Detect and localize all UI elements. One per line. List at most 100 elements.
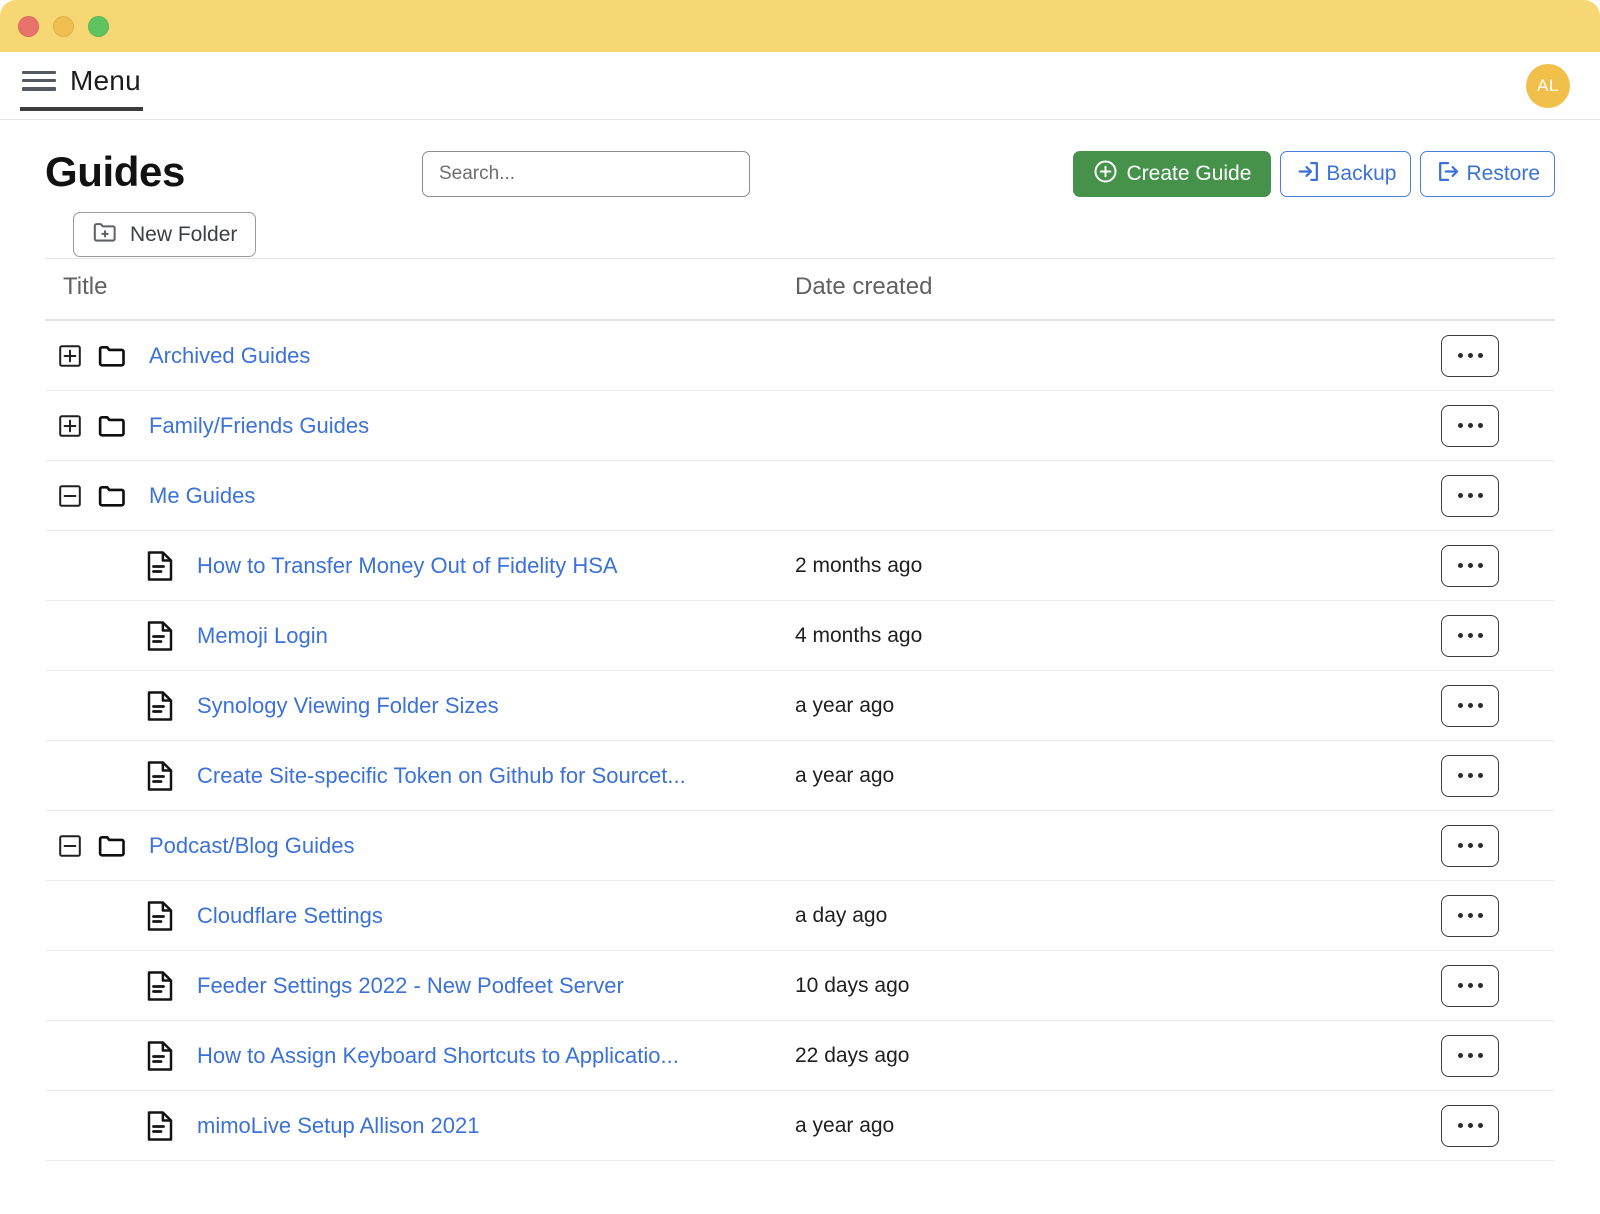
table-cell-actions [1315, 1021, 1555, 1091]
table-cell-date [795, 461, 1315, 531]
document-icon [147, 971, 173, 1001]
row-actions-button[interactable] [1441, 475, 1499, 517]
row-actions-button[interactable] [1441, 545, 1499, 587]
row-actions-button[interactable] [1441, 405, 1499, 447]
table-cell-title: mimoLive Setup Allison 2021 [45, 1091, 795, 1161]
table-cell-title: Me Guides [45, 461, 795, 531]
table-cell-actions [1315, 741, 1555, 811]
table-row[interactable]: How to Assign Keyboard Shortcuts to Appl… [45, 1021, 1555, 1091]
ellipsis-dot [1468, 703, 1473, 708]
ellipsis-dot [1478, 703, 1483, 708]
collapse-folder-icon[interactable] [59, 835, 81, 857]
menu-button[interactable]: Menu [20, 61, 143, 111]
close-window-button[interactable] [18, 16, 39, 37]
guide-title-link[interactable]: mimoLive Setup Allison 2021 [197, 1113, 480, 1139]
table-cell-date: 4 months ago [795, 601, 1315, 671]
guide-title-link[interactable]: Synology Viewing Folder Sizes [197, 693, 499, 719]
folder-name-link[interactable]: Me Guides [149, 483, 255, 509]
arrow-into-box-icon [1295, 158, 1322, 191]
table-row[interactable]: Memoji Login 4 months ago [45, 601, 1555, 671]
folder-name-link[interactable]: Podcast/Blog Guides [149, 833, 354, 859]
row-actions-button[interactable] [1441, 335, 1499, 377]
expand-folder-icon[interactable] [59, 415, 81, 437]
ellipsis-dot [1468, 843, 1473, 848]
table-cell-title: Feeder Settings 2022 - New Podfeet Serve… [45, 951, 795, 1021]
restore-button[interactable]: Restore [1420, 151, 1555, 197]
date-created-value: a year ago [795, 694, 894, 717]
table-header-row: Title Date created [45, 259, 1555, 321]
table-row[interactable]: Me Guides [45, 461, 1555, 531]
menu-button-label: Menu [70, 65, 141, 97]
collapse-folder-icon[interactable] [59, 485, 81, 507]
folder-icon [97, 831, 127, 861]
table-cell-date [795, 391, 1315, 461]
folder-icon [97, 341, 127, 371]
table-row[interactable]: Create Site-specific Token on Github for… [45, 741, 1555, 811]
table-row[interactable]: mimoLive Setup Allison 2021 a year ago [45, 1091, 1555, 1161]
ellipsis-dot [1458, 913, 1463, 918]
table-cell-date [795, 320, 1315, 391]
row-actions-button[interactable] [1441, 965, 1499, 1007]
row-actions-button[interactable] [1441, 825, 1499, 867]
column-header-date[interactable]: Date created [795, 259, 1315, 321]
ellipsis-dot [1478, 843, 1483, 848]
row-actions-button[interactable] [1441, 755, 1499, 797]
date-created-value: a year ago [795, 764, 894, 787]
table-row[interactable]: How to Transfer Money Out of Fidelity HS… [45, 531, 1555, 601]
row-actions-button[interactable] [1441, 1105, 1499, 1147]
expand-folder-icon[interactable] [59, 345, 81, 367]
table-row[interactable]: Cloudflare Settingsa day ago [45, 881, 1555, 951]
table-row[interactable]: Feeder Settings 2022 - New Podfeet Serve… [45, 951, 1555, 1021]
top-navigation-bar: Menu AL [0, 52, 1600, 120]
table-cell-date [795, 811, 1315, 881]
table-row[interactable]: Podcast/Blog Guides [45, 811, 1555, 881]
ellipsis-dot [1478, 1123, 1483, 1128]
ellipsis-dot [1468, 1123, 1473, 1128]
row-actions-button[interactable] [1441, 685, 1499, 727]
table-row[interactable]: Family/Friends Guides [45, 391, 1555, 461]
date-created-value: 2 months ago [795, 554, 922, 577]
maximize-window-button[interactable] [88, 16, 109, 37]
guide-title-link[interactable]: Feeder Settings 2022 - New Podfeet Serve… [197, 973, 624, 999]
new-folder-label: New Folder [130, 223, 237, 247]
minimize-window-button[interactable] [53, 16, 74, 37]
date-created-value: 10 days ago [795, 974, 909, 997]
table-cell-date: a year ago [795, 671, 1315, 741]
ellipsis-dot [1468, 633, 1473, 638]
folder-name-link[interactable]: Family/Friends Guides [149, 413, 369, 439]
guide-title-link[interactable]: How to Transfer Money Out of Fidelity HS… [197, 553, 618, 579]
table-row[interactable]: Archived Guides [45, 320, 1555, 391]
header-actions: Create Guide Backup [1073, 151, 1555, 197]
hamburger-icon [22, 69, 56, 93]
ellipsis-dot [1458, 843, 1463, 848]
row-actions-button[interactable] [1441, 615, 1499, 657]
ellipsis-dot [1468, 493, 1473, 498]
guide-title-link[interactable]: Memoji Login [197, 623, 328, 649]
guide-title-link[interactable]: Cloudflare Settings [197, 903, 383, 929]
table-cell-date: a year ago [795, 1091, 1315, 1161]
create-guide-button[interactable]: Create Guide [1073, 151, 1272, 197]
folder-name-link[interactable]: Archived Guides [149, 343, 310, 369]
avatar[interactable]: AL [1526, 64, 1570, 108]
window-titlebar [0, 0, 1600, 52]
row-actions-button[interactable] [1441, 1035, 1499, 1077]
folder-icon [97, 481, 127, 511]
table-cell-title: Synology Viewing Folder Sizes [45, 671, 795, 741]
guide-title-link[interactable]: Create Site-specific Token on Github for… [197, 763, 686, 789]
search-input[interactable] [422, 151, 750, 197]
document-icon [147, 551, 173, 581]
table-cell-actions [1315, 881, 1555, 951]
row-actions-button[interactable] [1441, 895, 1499, 937]
ellipsis-dot [1478, 633, 1483, 638]
table-cell-actions [1315, 811, 1555, 881]
ellipsis-dot [1458, 1123, 1463, 1128]
new-folder-button[interactable]: New Folder [73, 212, 256, 257]
backup-button[interactable]: Backup [1280, 151, 1411, 197]
ellipsis-dot [1458, 773, 1463, 778]
table-cell-title: Podcast/Blog Guides [45, 811, 795, 881]
guide-title-link[interactable]: How to Assign Keyboard Shortcuts to Appl… [197, 1043, 679, 1069]
table-row[interactable]: Synology Viewing Folder Sizes a year ago [45, 671, 1555, 741]
ellipsis-dot [1458, 1053, 1463, 1058]
column-header-title[interactable]: Title [45, 259, 795, 321]
table-cell-actions [1315, 391, 1555, 461]
